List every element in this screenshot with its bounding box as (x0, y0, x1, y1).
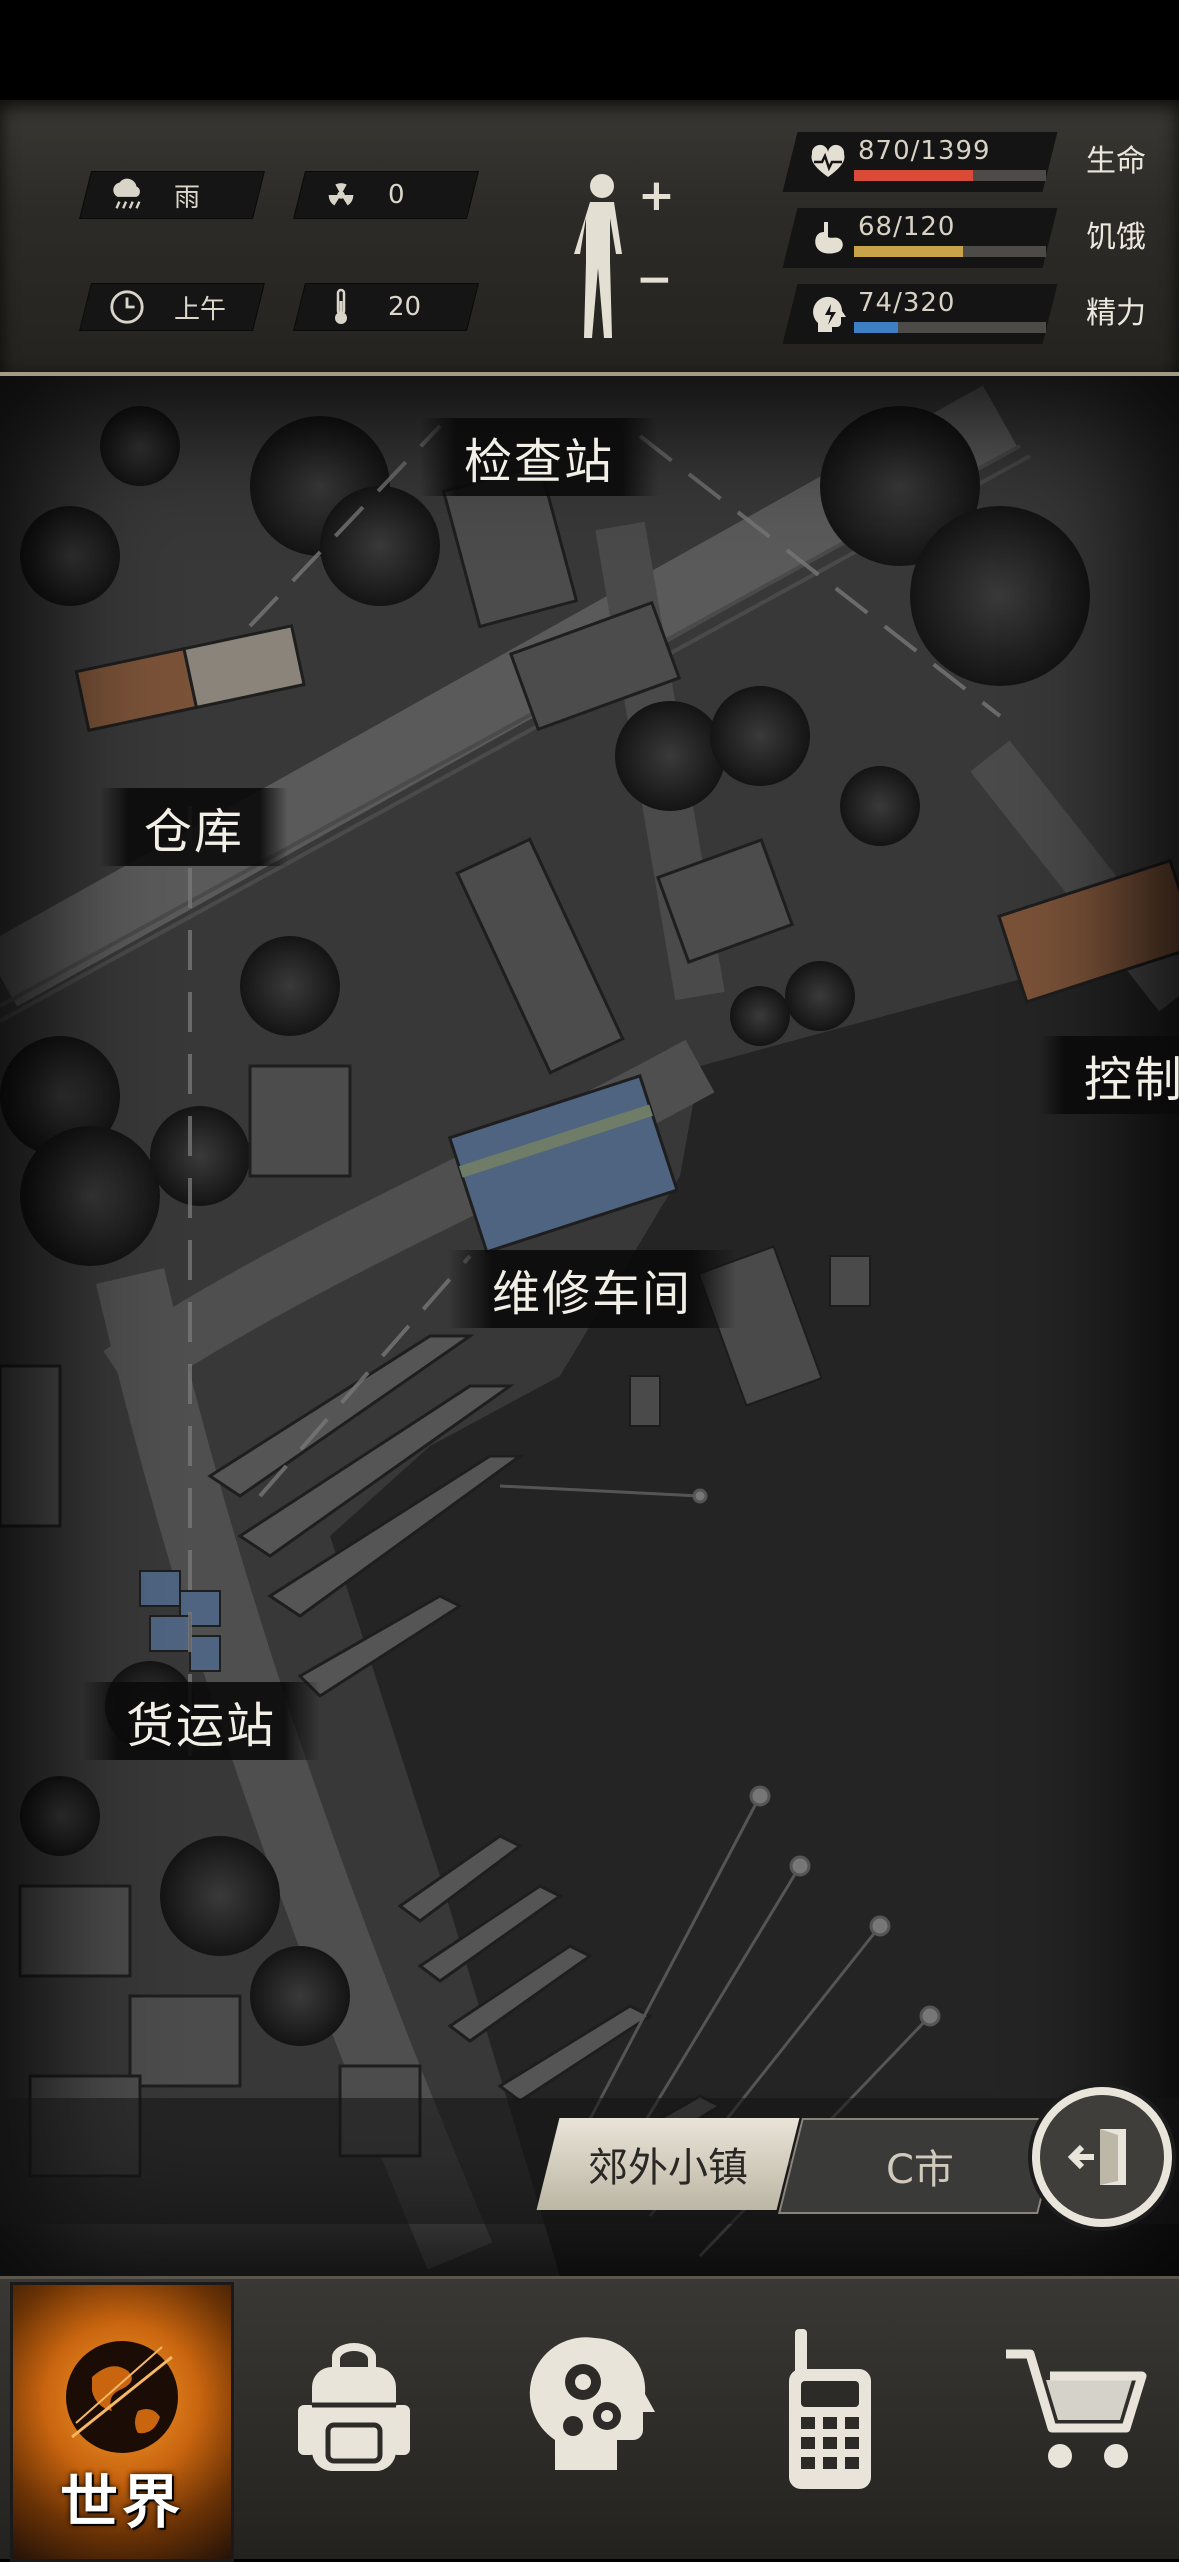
location-freight-station[interactable]: 货运站 (82, 1682, 321, 1760)
nav-radio[interactable] (730, 2290, 930, 2530)
body-minus-label: − (636, 254, 673, 305)
health-bar (854, 170, 1046, 181)
human-body-icon: + − (574, 170, 675, 338)
time-indicator: 上午 (80, 284, 264, 330)
exit-button[interactable] (1032, 2087, 1172, 2227)
hunger-bar (854, 246, 1046, 257)
hunger-label: 饥饿 (1086, 220, 1146, 255)
nav-shop[interactable] (975, 2290, 1175, 2530)
tab-c-city[interactable]: C市 (778, 2118, 1062, 2214)
stomach-icon (808, 218, 848, 258)
tab-c-city-label: C市 (886, 2147, 954, 2193)
clock-icon (108, 288, 146, 326)
head-bolt-icon (808, 294, 848, 334)
nav-world[interactable]: 世界 (10, 2282, 234, 2562)
status-hud: 雨 0 上午 20 + − 870/1399 生命 68/120 饥饿 74/3… (0, 100, 1179, 376)
globe-icon (66, 2341, 178, 2453)
nav-backpack[interactable] (254, 2290, 454, 2530)
location-control[interactable]: 控制 (1040, 1036, 1179, 1114)
energy-stat: 74/320 精力 (782, 284, 1146, 344)
exit-door-icon (1067, 2129, 1126, 2185)
weather-indicator: 雨 (80, 172, 264, 218)
hunger-value: 68/120 (858, 212, 956, 242)
temperature-indicator: 20 (294, 284, 478, 330)
system-status-bar (0, 0, 1179, 100)
shopping-cart-icon (1006, 2349, 1147, 2468)
energy-label: 精力 (1086, 296, 1146, 331)
radiation-icon (322, 176, 360, 214)
health-label: 生命 (1086, 144, 1146, 179)
health-value: 870/1399 (858, 136, 991, 166)
body-plus-label: + (638, 170, 675, 221)
rain-cloud-icon (108, 176, 146, 214)
body-status-button[interactable]: + − (566, 168, 676, 348)
heart-pulse-icon (808, 142, 848, 182)
energy-bar (854, 322, 1046, 333)
time-label: 上午 (174, 294, 227, 325)
nav-world-label: 世界 (59, 2468, 184, 2536)
temperature-value: 20 (388, 292, 422, 322)
head-gears-icon (529, 2337, 655, 2470)
backpack-icon (298, 2343, 410, 2471)
hunger-stat: 68/120 饥饿 (782, 208, 1146, 268)
tab-suburban-town-label: 郊外小镇 (588, 2145, 748, 2191)
world-map[interactable]: 检查站 仓库 控制 维修车间 货运站 (0, 376, 1179, 2276)
location-repair-workshop[interactable]: 维修车间 (448, 1250, 737, 1328)
nav-skills[interactable] (490, 2290, 690, 2530)
thermometer-icon (322, 288, 360, 326)
radiation-value: 0 (388, 180, 405, 210)
walkie-talkie-icon (789, 2329, 871, 2489)
location-warehouse[interactable]: 仓库 (100, 788, 289, 866)
health-stat: 870/1399 生命 (782, 132, 1146, 192)
radiation-indicator: 0 (294, 172, 478, 218)
location-checkpoint[interactable]: 检查站 (420, 418, 659, 496)
weather-label: 雨 (174, 182, 201, 213)
tab-suburban-town[interactable]: 郊外小镇 (536, 2118, 800, 2210)
energy-value: 74/320 (858, 288, 956, 318)
